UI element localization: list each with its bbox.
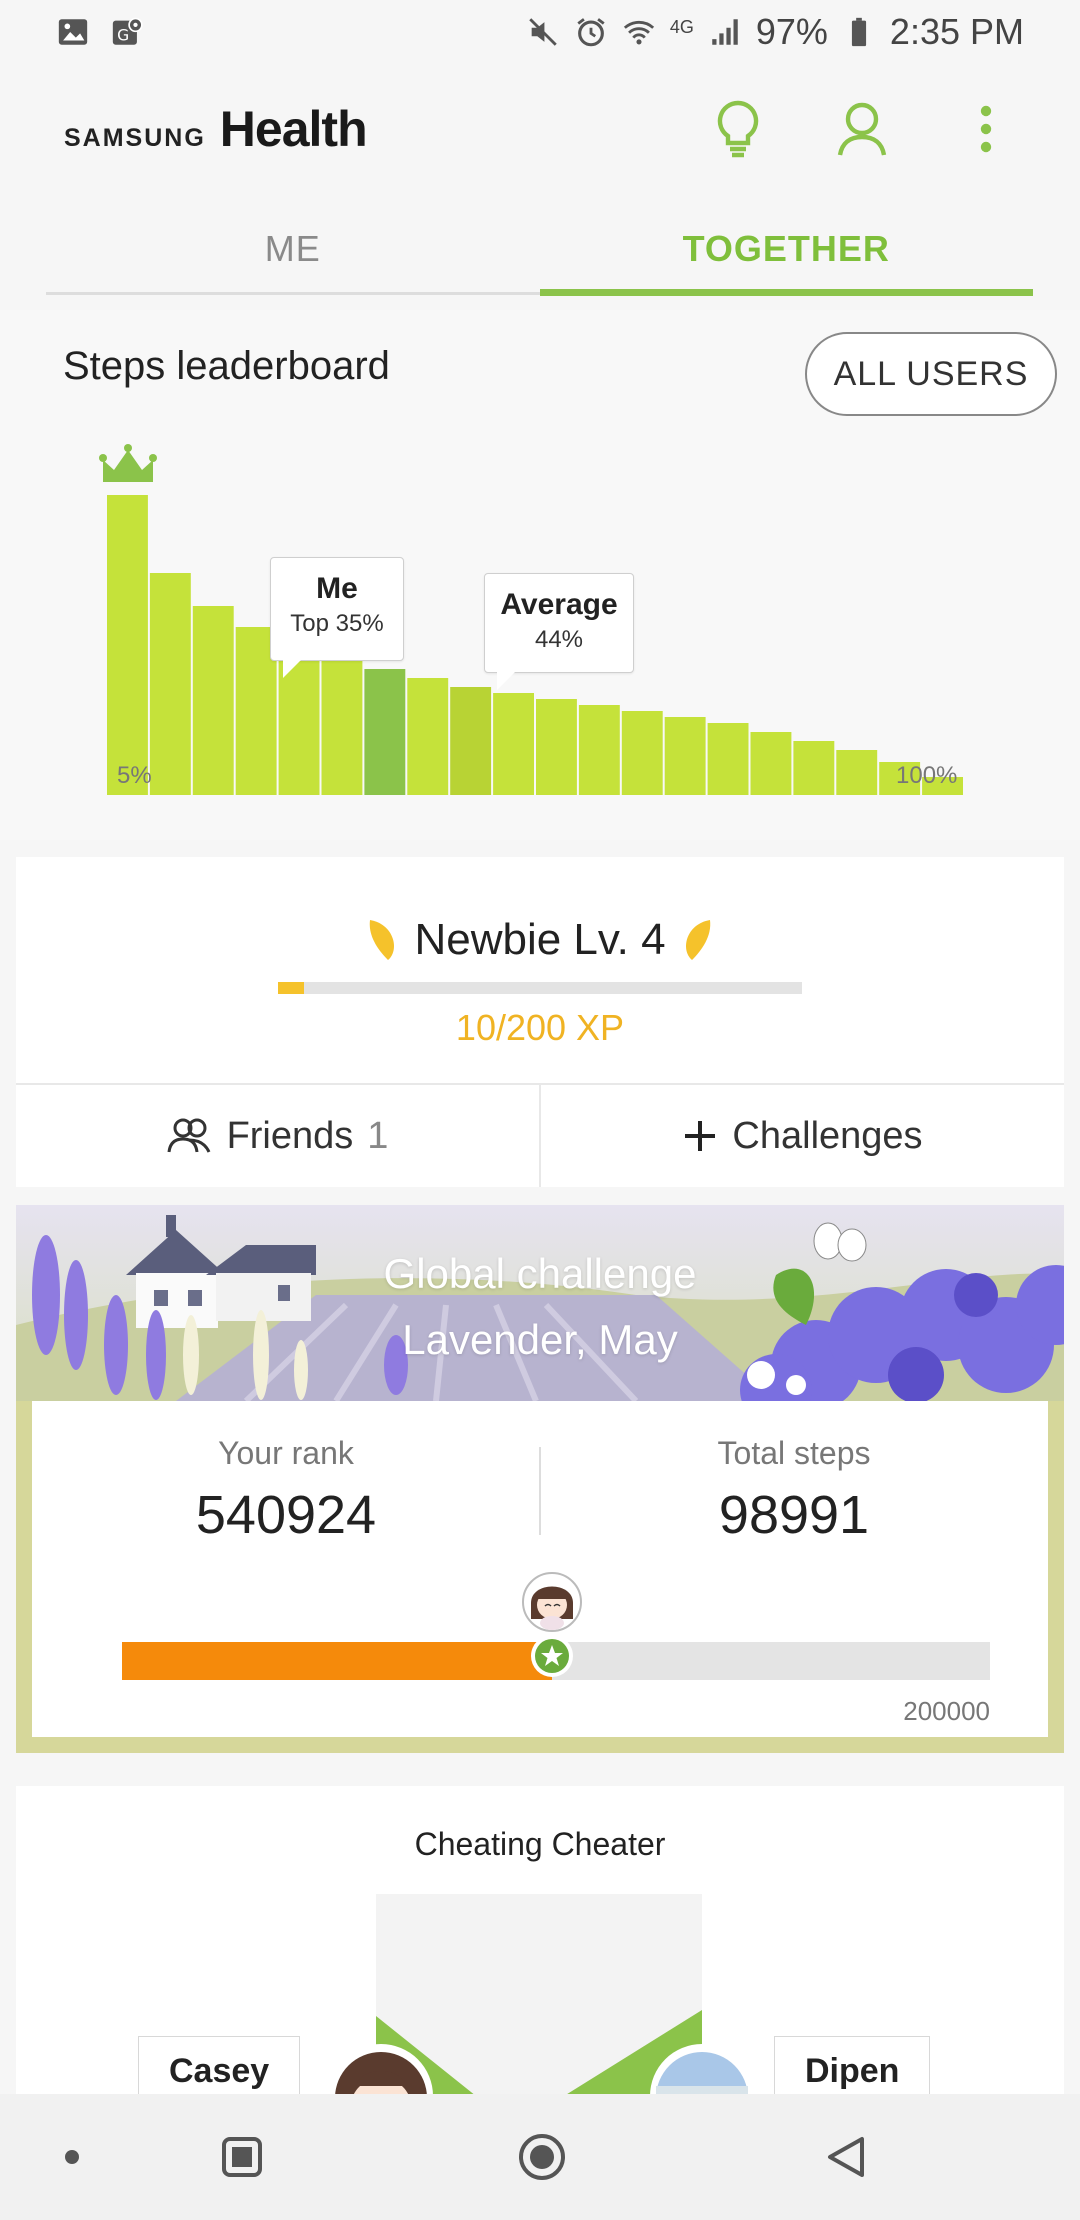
average-callout-value: 44% <box>534 626 584 653</box>
level-card[interactable]: Newbie Lv. 4 10/200 XP Friends 1 Challen… <box>16 857 1064 1187</box>
leaderboard-bar-55% <box>536 699 577 795</box>
plus-icon <box>685 1121 716 1151</box>
network-type: 4G <box>669 17 694 37</box>
recents-button[interactable] <box>214 2129 270 2185</box>
leaderboard-bar-50% <box>493 693 534 795</box>
svg-text:G: G <box>117 27 129 45</box>
tab-me[interactable]: ME <box>46 205 540 292</box>
me-callout-label: Me <box>316 572 358 605</box>
leaderboard-bar-15% <box>192 606 234 795</box>
brand-health: Health <box>219 101 368 157</box>
leaderboard-bar-85% <box>793 741 835 795</box>
leaderboard-bar-80% <box>750 732 792 795</box>
dot-icon <box>65 2150 79 2164</box>
signal-icon <box>712 19 738 45</box>
home-button[interactable] <box>514 2129 570 2185</box>
leaderboard-bar-35% <box>364 669 406 795</box>
friends-label: Friends <box>226 1114 354 1157</box>
xp-progress-fill <box>278 982 305 994</box>
global-challenge-card[interactable]: Global challenge Lavender, May Your rank… <box>16 1205 1064 1753</box>
challenge-title-line2: Lavender, May <box>402 1316 678 1363</box>
challenge-stats: Your rank 540924 Total steps 98991 20000… <box>32 1401 1048 1737</box>
leaderboard-bar-90% <box>836 750 878 795</box>
maps-notification-icon: G <box>112 17 143 45</box>
challenges-label: Challenges <box>732 1114 923 1157</box>
challenge-title-line1: Global challenge <box>383 1250 697 1297</box>
tick-end: 100% <box>896 762 958 789</box>
tab-together[interactable]: TOGETHER <box>539 205 1034 296</box>
my-progress-marker <box>521 1572 582 1677</box>
friends-icon <box>167 1118 210 1153</box>
recents-icon <box>222 2137 262 2177</box>
leaderboard-bar-10% <box>149 573 191 795</box>
leaderboard-bar-40% <box>407 678 449 795</box>
challenge-goal: 200000 <box>903 1696 990 1726</box>
rank-label: Your rank <box>218 1435 354 1471</box>
challenge-banner-title: Global challenge Lavender, May <box>16 1241 1064 1373</box>
brand-samsung: SAMSUNG <box>64 124 206 152</box>
tick-start: 5% <box>117 762 152 789</box>
leaderboard-bar-30% <box>321 660 363 795</box>
friends-count: 1 <box>367 1114 389 1157</box>
battery-icon <box>851 17 867 47</box>
wifi-icon <box>623 20 654 45</box>
leaderboard-bar-75% <box>707 723 749 795</box>
more-options-button[interactable] <box>956 99 1016 159</box>
alarm-icon <box>577 18 605 47</box>
steps-label: Total steps <box>717 1435 871 1471</box>
system-nav-bar <box>0 2094 1080 2220</box>
clock: 2:35 PM <box>889 11 1024 52</box>
profile-button[interactable] <box>832 99 892 159</box>
home-icon <box>519 2134 565 2180</box>
xp-progress-bar <box>278 982 802 994</box>
tips-button[interactable] <box>708 99 768 159</box>
rank-stat: Your rank 540924 <box>32 1435 540 1546</box>
cheating-cheater-card[interactable]: Cheating Cheater Casey Dipen <box>16 1786 1064 2096</box>
main-tabs: ME TOGETHER <box>46 205 1034 296</box>
back-button[interactable] <box>818 2129 874 2185</box>
more-vertical-icon <box>980 105 992 153</box>
mute-icon <box>529 18 557 46</box>
person-icon <box>837 102 887 156</box>
xp-text: 10/200 XP <box>455 1007 625 1048</box>
battery-percent: 97% <box>755 11 828 52</box>
right-player-name: Dipen <box>774 2036 931 2096</box>
challenge-banner: Global challenge Lavender, May <box>16 1205 1064 1401</box>
nav-dot-button[interactable] <box>44 2129 100 2185</box>
right-leaf-icon <box>685 920 710 960</box>
steps-value: 98991 <box>718 1485 870 1545</box>
leaderboard-bar-45% <box>450 687 492 795</box>
rank-value: 540924 <box>195 1485 377 1545</box>
leaderboard-bar-65% <box>621 711 663 795</box>
status-bar: G 4G 97% 2:35 PM <box>0 0 1080 64</box>
average-callout-label: Average <box>500 588 618 621</box>
left-player-name: Casey <box>138 2036 301 2096</box>
leaderboard-bar-60% <box>578 705 620 795</box>
steps-stat: Total steps 98991 <box>540 1435 1048 1546</box>
level-name: Newbie Lv. 4 <box>414 915 666 964</box>
challenge-progress-fill <box>122 1642 552 1680</box>
average-callout: Average 44% <box>484 573 634 690</box>
steps-leaderboard-card[interactable]: Steps leaderboard ALL USERS Me Top 35% A… <box>0 310 1080 840</box>
gallery-notification-icon <box>58 19 88 45</box>
friends-button[interactable]: Friends 1 <box>16 1085 539 1187</box>
lightbulb-icon <box>717 100 759 158</box>
app-header: SAMSUNG Health <box>0 64 1080 194</box>
challenges-button[interactable]: Challenges <box>539 1085 1064 1187</box>
crown-icon <box>99 444 157 482</box>
leaderboard-bar-70% <box>664 717 706 795</box>
left-leaf-icon <box>370 920 395 960</box>
leaderboard-bar-5% <box>107 495 148 795</box>
me-callout-value: Top 35% <box>290 610 384 637</box>
back-icon <box>828 2137 864 2177</box>
samsung-health-logo: SAMSUNG Health <box>64 100 368 158</box>
me-callout: Me Top 35% <box>270 557 404 678</box>
